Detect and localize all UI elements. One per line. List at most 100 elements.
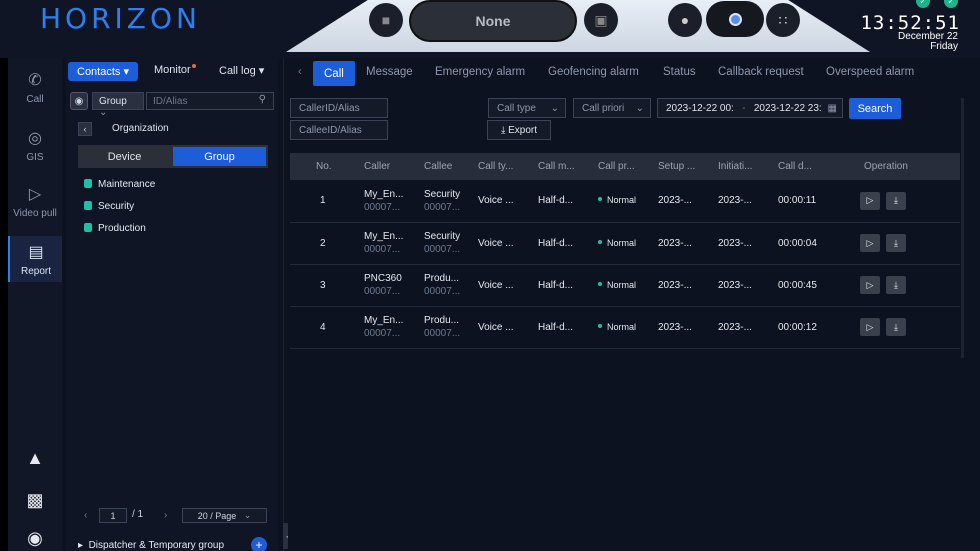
callee-id-input[interactable]: CalleeID/Alias: [290, 120, 388, 140]
nav-label: Video pull: [13, 208, 57, 219]
group-item[interactable]: Security: [84, 201, 134, 212]
tab-call-log[interactable]: Call log ▾: [219, 64, 264, 77]
download-icon[interactable]: ⤓: [886, 234, 906, 252]
download-icon[interactable]: ⤓: [886, 276, 906, 294]
report-tabs: ‹ Call Message Emergency alarm Geofencin…: [288, 58, 980, 88]
callee-name: Security: [424, 231, 461, 242]
tab-overspeed-alarm[interactable]: Overspeed alarm: [826, 66, 914, 78]
priority-label: Normal: [607, 279, 637, 290]
add-group-button[interactable]: +: [251, 537, 267, 551]
caller-id: 00007...: [364, 244, 401, 255]
play-recording-icon[interactable]: ▷: [860, 318, 880, 336]
tab-monitor[interactable]: Monitor: [154, 64, 196, 76]
tab-geofencing-alarm[interactable]: Geofencing alarm: [548, 66, 639, 78]
date-to: 2023-12-22 23:: [753, 103, 822, 114]
nav-item-call[interactable]: ✆ Call: [8, 70, 62, 110]
search-button[interactable]: Search: [849, 98, 901, 119]
contact-search-input[interactable]: ID/Alias: [146, 92, 274, 110]
nav-label: GIS: [26, 152, 44, 163]
priority-dot: [598, 281, 602, 286]
ptt-status-button[interactable]: None: [409, 0, 577, 42]
tab-message[interactable]: Message: [366, 66, 413, 78]
priority-label: Normal: [607, 321, 637, 332]
date-range-picker[interactable]: 2023-12-22 00: - 2023-12-22 23: ▦: [657, 98, 843, 118]
panel-splitter: [283, 58, 284, 551]
cell-call-mode: Half-d...: [538, 306, 598, 349]
microphone-icon[interactable]: ●: [668, 3, 702, 37]
tab-status[interactable]: Status: [663, 66, 696, 78]
segment-device[interactable]: Device: [78, 145, 171, 168]
segment-group[interactable]: Group: [173, 147, 266, 166]
cell-priority: Normal: [598, 222, 658, 265]
table-header: No. Caller Callee Call ty... Call m... C…: [290, 153, 960, 180]
next-page-icon[interactable]: ›: [164, 510, 167, 521]
date-from: 2023-12-22 00:: [666, 103, 734, 114]
table-row[interactable]: 2 My_En... 00007... Security 00007... Voice .…: [290, 222, 960, 265]
page-size-value: 20 / Page: [197, 510, 237, 521]
cell-duration: 00:00:11: [778, 180, 854, 223]
caller-id-input[interactable]: CallerID/Alias: [290, 98, 388, 118]
location-icon[interactable]: ◉: [70, 92, 88, 110]
cell-no: 3: [290, 264, 358, 307]
group-label: Maintenance: [98, 179, 156, 190]
cell-setup: 2023-...: [658, 264, 718, 307]
tab-call[interactable]: Call: [313, 61, 355, 86]
tab-callback-request[interactable]: Callback request: [718, 66, 804, 78]
search-icon[interactable]: ⚲: [259, 94, 266, 105]
alarm-light-icon[interactable]: ▲: [8, 448, 62, 469]
prev-page-icon[interactable]: ‹: [84, 510, 87, 521]
page-input[interactable]: 1: [99, 508, 127, 523]
back-button[interactable]: ‹: [78, 122, 92, 136]
dispatcher-group-toggle[interactable]: ▸ Dispatcher & Temporary group: [78, 540, 224, 551]
table-row[interactable]: 4 My_En... 00007... Produ... 00007... Voice .…: [290, 306, 960, 349]
table-scrollbar[interactable]: [961, 98, 964, 358]
tab-contacts[interactable]: Contacts ▾: [68, 62, 138, 81]
table-row[interactable]: 3 PNC360 00007... Produ... 00007... Voice ...…: [290, 264, 960, 307]
search-type-select[interactable]: Group ⌄: [92, 92, 144, 118]
cell-setup: 2023-...: [658, 306, 718, 349]
export-button[interactable]: ⤓ Export: [487, 120, 551, 140]
play-recording-icon[interactable]: ▷: [860, 276, 880, 294]
caller-name: My_En...: [364, 315, 404, 326]
page-size-select[interactable]: 20 / Page ⌄: [182, 508, 267, 523]
dialpad-icon[interactable]: ∷: [766, 3, 800, 37]
clock-date: December 22 Friday: [898, 32, 958, 52]
group-label: Security: [98, 201, 135, 212]
top-bar: HORIZON ■ None ▣ ● ∷ ✓ ✓ 13:52:51 Decemb…: [0, 0, 980, 58]
priority-dot: [598, 197, 602, 202]
caller-id: 00007...: [364, 201, 401, 213]
cell-call-type: Voice ...: [478, 222, 538, 265]
cell-initiation: 2023-...: [718, 222, 778, 265]
nav-item-video-pull[interactable]: ▷ Video pull: [8, 184, 62, 224]
call-type-select[interactable]: Call type ⌄: [488, 98, 566, 118]
group-item[interactable]: Maintenance: [84, 179, 155, 190]
cell-operation: ▷ ⤓: [854, 222, 960, 265]
cell-call-mode: Half-d...: [538, 222, 598, 265]
nav-item-report[interactable]: ▤ Report: [8, 236, 62, 282]
play-recording-icon[interactable]: ▷: [860, 191, 880, 210]
message-icon[interactable]: ▣: [584, 3, 618, 37]
group-label: Production: [98, 223, 146, 234]
video-icon: ▷: [28, 186, 42, 203]
speaker-button[interactable]: [706, 1, 764, 37]
callee-id: 00007...: [424, 286, 461, 297]
download-icon[interactable]: ⤓: [886, 318, 906, 336]
callee-name: Security: [424, 188, 461, 200]
caller-id: 00007...: [364, 286, 401, 297]
tabs-scroll-left-icon[interactable]: ‹: [298, 66, 302, 78]
group-icon: [84, 201, 92, 210]
cell-setup: 2023-...: [658, 222, 718, 265]
avatar[interactable]: ◉: [8, 528, 62, 549]
chat-icon[interactable]: ▩: [8, 490, 62, 511]
contacts-panel: Contacts ▾ Monitor Call log ▾ ◉ Group ⌄ …: [66, 58, 278, 551]
contact-search-row: ◉ Group ⌄ ID/Alias ⚲: [70, 92, 274, 118]
call-priority-select[interactable]: Call priori ⌄: [573, 98, 651, 118]
download-icon[interactable]: ⤓: [886, 191, 906, 210]
tab-emergency-alarm[interactable]: Emergency alarm: [435, 66, 525, 78]
cell-no: 1: [290, 180, 358, 223]
play-recording-icon[interactable]: ▷: [860, 234, 880, 252]
group-item[interactable]: Production: [84, 223, 146, 234]
nav-item-gis[interactable]: ◎ GIS: [8, 128, 62, 168]
table-row[interactable]: 1 My_En... 00007... Security 00007... Voice .…: [290, 180, 960, 223]
video-icon[interactable]: ■: [369, 3, 403, 37]
